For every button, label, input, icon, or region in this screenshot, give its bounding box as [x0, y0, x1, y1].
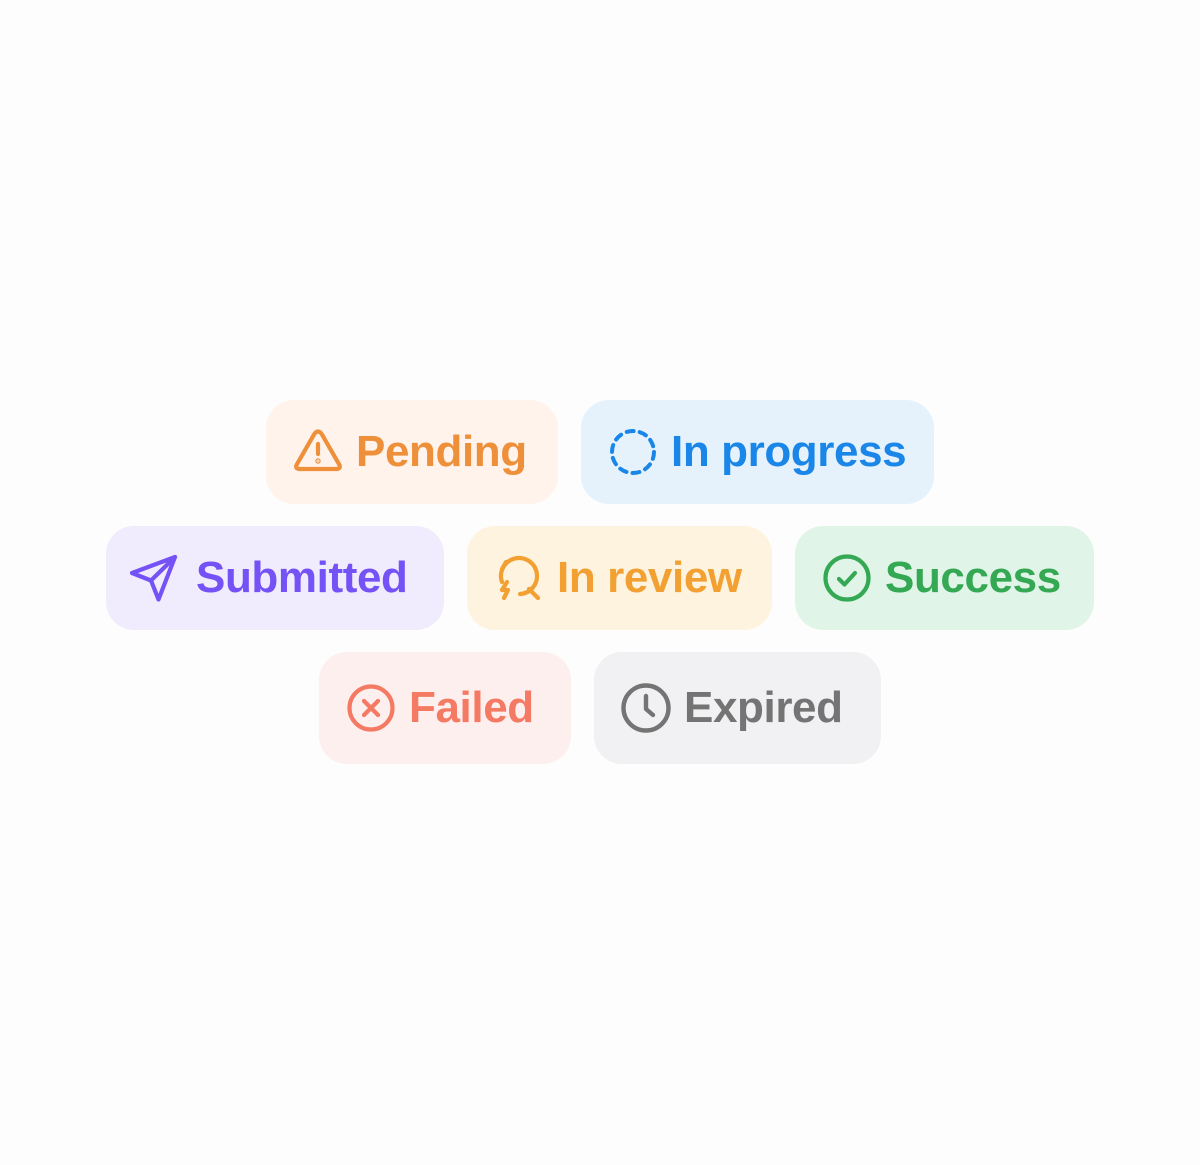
status-badge-label: Expired: [684, 683, 843, 732]
status-badge-success: Success: [795, 526, 1094, 630]
status-badge-label: Pending: [356, 427, 527, 476]
status-badge-in-review: In review: [467, 526, 772, 630]
status-badge-showcase: Pending In progress Submitted In review …: [0, 0, 1200, 1165]
status-badge-submitted: Submitted: [106, 526, 444, 630]
status-badge-pending: Pending: [266, 400, 558, 504]
clock-icon: [620, 682, 672, 734]
status-badge-label: In progress: [671, 427, 907, 476]
status-badge-expired: Expired: [594, 652, 881, 764]
review-search-icon: [493, 552, 545, 604]
x-circle-icon: [345, 682, 397, 734]
send-arrow-icon: [128, 552, 180, 604]
status-badge-label: Failed: [409, 683, 534, 732]
status-badge-label: Success: [885, 553, 1061, 602]
status-badge-label: Submitted: [196, 553, 408, 602]
status-badge-label: In review: [557, 553, 742, 602]
dashed-circle-icon: [607, 426, 659, 478]
check-circle-icon: [821, 552, 873, 604]
status-badge-failed: Failed: [319, 652, 571, 764]
warning-triangle-icon: [292, 426, 344, 478]
status-badge-in-progress: In progress: [581, 400, 934, 504]
